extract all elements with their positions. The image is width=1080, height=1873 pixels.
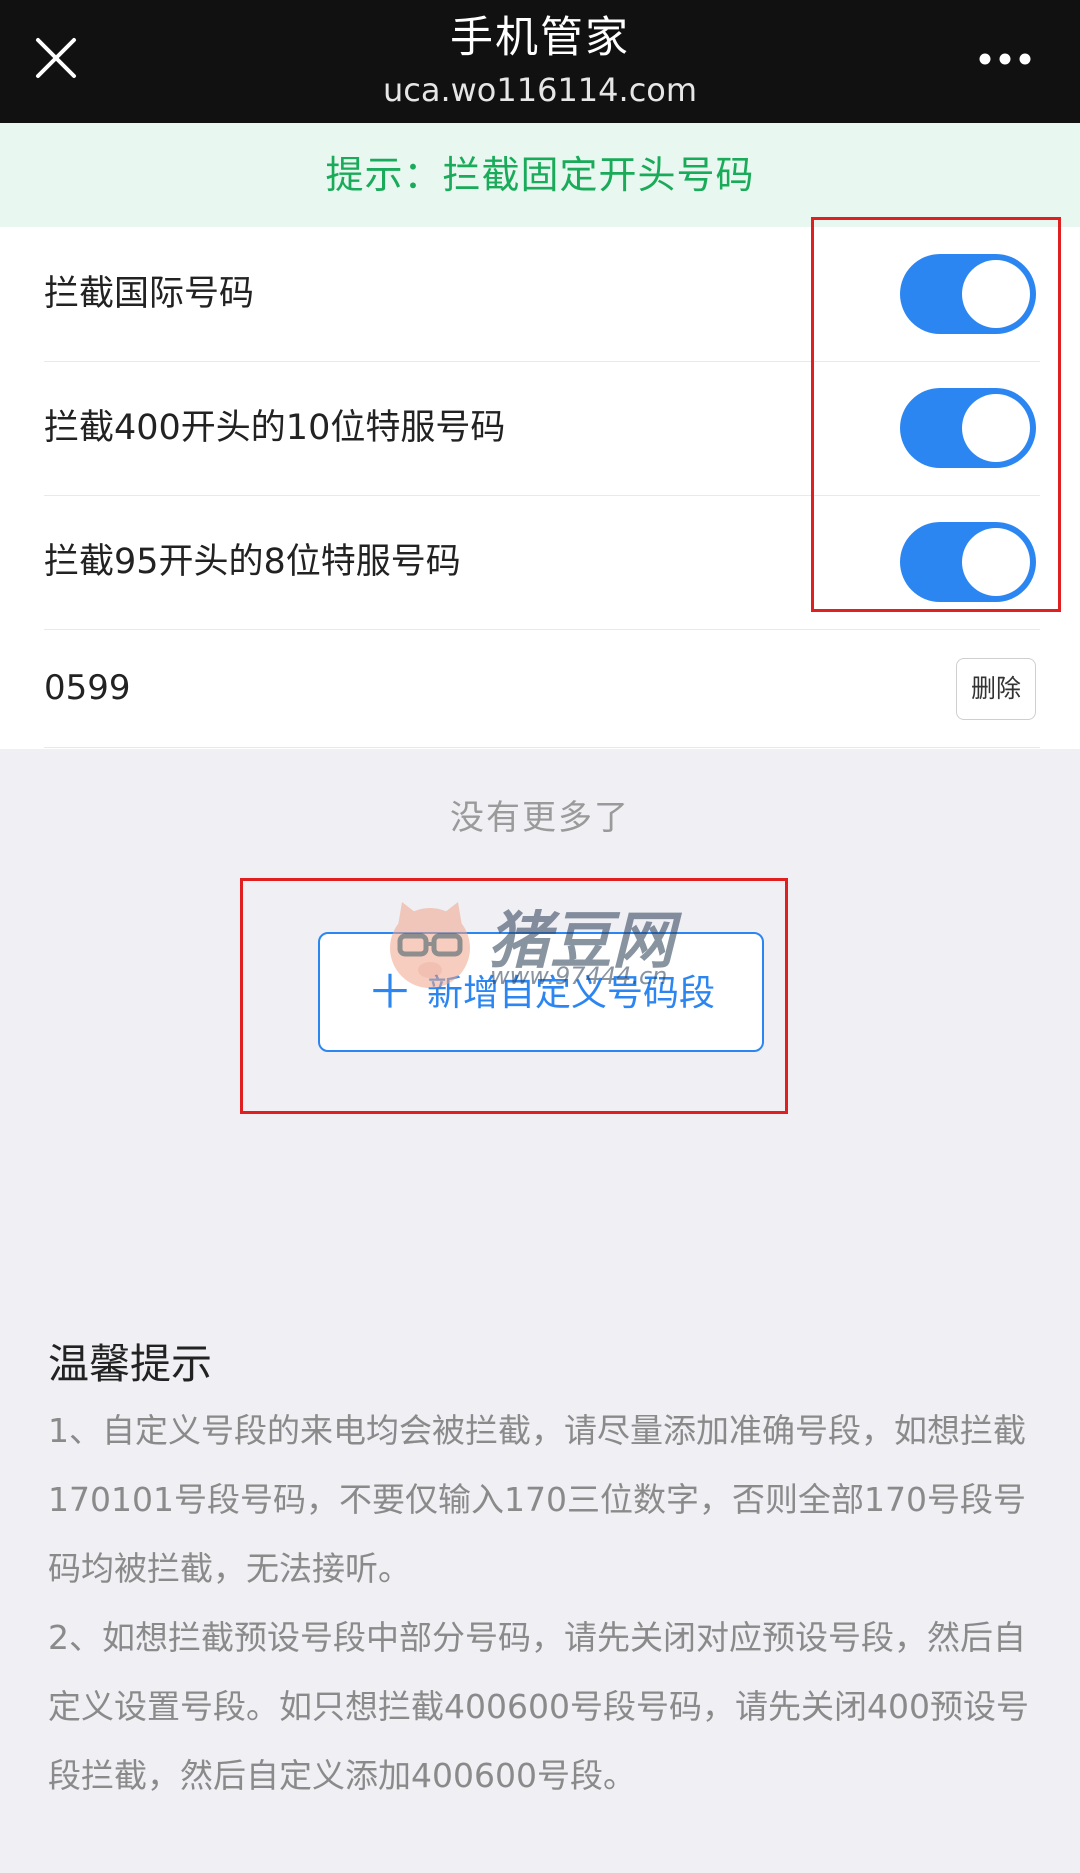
annotation-box-toggles	[811, 217, 1061, 612]
custom-number: 0599	[44, 668, 131, 708]
tip-banner: 提示：拦截固定开头号码	[0, 123, 1080, 227]
no-more-text: 没有更多了	[450, 798, 630, 838]
preset-label: 拦截95开头的8位特服号码	[44, 542, 461, 582]
note-item: 2、如想拦截预设号段中部分号码，请先关闭对应预设号段，然后自定义设置号段。如只想…	[48, 1618, 1029, 1795]
page-title: 手机管家	[450, 13, 630, 63]
notes-title: 温馨提示	[48, 1340, 212, 1388]
custom-number-row: 0599 删除	[44, 629, 1040, 748]
delete-button[interactable]: 删除	[956, 658, 1036, 720]
top-bar: 手机管家 uca.wo116114.com	[0, 0, 1080, 123]
preset-label: 拦截国际号码	[44, 274, 255, 314]
notes-body: 1、自定义号段的来电均会被拦截，请尽量添加准确号段，如想拦截170101号段号码…	[48, 1396, 1038, 1810]
annotation-box-add-button	[240, 878, 788, 1114]
preset-label: 拦截400开头的10位特服号码	[44, 408, 506, 448]
more-icon[interactable]	[978, 52, 1032, 66]
note-item: 1、自定义号段的来电均会被拦截，请尽量添加准确号段，如想拦截170101号段号码…	[48, 1411, 1026, 1588]
page-url: uca.wo116114.com	[382, 71, 698, 109]
